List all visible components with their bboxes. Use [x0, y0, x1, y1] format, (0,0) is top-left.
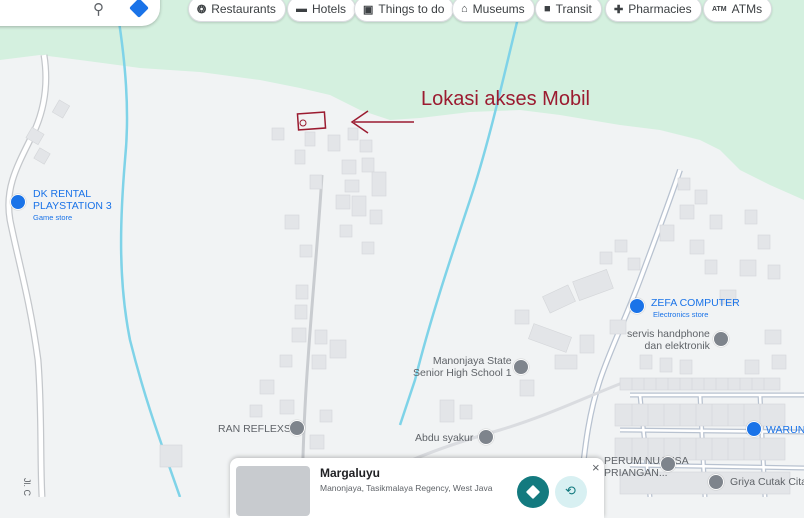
directions-icon[interactable]: [129, 0, 149, 18]
place-title: Margaluyu: [320, 466, 381, 480]
poi-name: ZEFA COMPUTER: [651, 297, 740, 309]
chip-pharmacies[interactable]: ✚ Pharmacies: [605, 0, 702, 22]
poi-griya-cutak-cita[interactable]: Griya Cutak Cita: [730, 476, 804, 488]
poi-name: RAN REFLEXSI: [218, 423, 294, 435]
map-canvas[interactable]: [0, 0, 804, 497]
chip-label: Things to do: [378, 2, 445, 16]
poi-name: Abdu syakur: [415, 432, 474, 444]
atm-icon: ATM: [712, 5, 727, 13]
transit-icon: ■: [544, 3, 551, 15]
place-thumbnail[interactable]: [236, 466, 310, 516]
poi-name: Griya Cutak Cita: [730, 476, 804, 488]
electronics-pin-icon[interactable]: [629, 298, 645, 314]
poi-name: servis handphone: [627, 328, 710, 340]
camera-icon: ▣: [363, 3, 374, 16]
housing-pin-icon[interactable]: [660, 456, 676, 472]
chip-label: ATMs: [731, 2, 763, 16]
shop-pin-icon[interactable]: [746, 421, 762, 437]
share-button[interactable]: ⟲: [555, 476, 587, 508]
poi-manonjaya-school[interactable]: Manonjaya State Senior High School 1: [413, 355, 512, 379]
poi-name: PRIANGAN...: [604, 467, 668, 479]
annotation-label: Lokasi akses Mobil: [421, 88, 590, 110]
poi-zefa-computer[interactable]: ZEFA COMPUTER Electronics store: [651, 297, 740, 321]
search-bar[interactable]: ⚲: [0, 0, 160, 26]
poi-ran-reflexsi[interactable]: RAN REFLEXSI: [218, 423, 294, 435]
poi-category: Electronics store: [653, 310, 709, 319]
road-name: Jl. C: [22, 478, 32, 496]
poi-name: Manonjaya State: [432, 355, 512, 367]
poi-dk-rental[interactable]: DK RENTAL PLAYSTATION 3 Game store: [33, 188, 112, 224]
chip-museums[interactable]: ⌂ Museums: [452, 0, 535, 22]
school-pin-icon[interactable]: [513, 359, 529, 375]
poi-name: WARUNG: [766, 424, 804, 436]
pharmacy-icon: ✚: [614, 3, 624, 16]
place-card[interactable]: Margaluyu Manonjaya, Tasikmalaya Regency…: [230, 458, 604, 518]
poi-perum-nuansa[interactable]: PERUM NUANSA PRIANGAN...: [604, 455, 689, 479]
poi-abdu-syakur[interactable]: Abdu syakur: [415, 432, 473, 444]
close-icon[interactable]: ×: [592, 460, 600, 475]
poi-name: Senior High School 1: [413, 367, 512, 379]
chip-label: Pharmacies: [628, 2, 692, 16]
poi-warung[interactable]: WARUNG: [766, 424, 804, 436]
poi-name: DK RENTAL: [33, 188, 92, 200]
place-address: Manonjaya, Tasikmalaya Regency, West Jav…: [320, 483, 493, 493]
shop-pin-icon[interactable]: [713, 331, 729, 347]
road-label: Jl. C: [21, 478, 33, 496]
chip-transit[interactable]: ■ Transit: [535, 0, 602, 22]
restaurant-icon: ❂: [197, 3, 207, 16]
chip-atms[interactable]: ATM ATMs: [703, 0, 773, 22]
poi-category: Game store: [33, 213, 73, 222]
directions-button[interactable]: [517, 476, 549, 508]
chip-label: Restaurants: [211, 2, 276, 16]
chip-label: Museums: [472, 2, 525, 16]
chip-restaurants[interactable]: ❂ Restaurants: [188, 0, 286, 22]
chip-label: Hotels: [312, 2, 347, 16]
poi-name: dan elektronik: [644, 340, 710, 352]
mosque-pin-icon[interactable]: [478, 429, 494, 445]
spa-pin-icon[interactable]: [289, 420, 305, 436]
chip-hotels[interactable]: ▬ Hotels: [287, 0, 357, 22]
chip-label: Transit: [555, 2, 592, 16]
salon-pin-icon[interactable]: [708, 474, 724, 490]
poi-name: PLAYSTATION 3: [33, 200, 112, 212]
game-store-pin-icon[interactable]: [10, 194, 26, 210]
museum-icon: ⌂: [461, 3, 468, 15]
search-icon[interactable]: ⚲: [93, 0, 104, 18]
poi-servis-handphone[interactable]: servis handphone dan elektronik: [627, 328, 710, 352]
chip-things-to-do[interactable]: ▣ Things to do: [354, 0, 455, 22]
hotel-icon: ▬: [296, 3, 307, 15]
